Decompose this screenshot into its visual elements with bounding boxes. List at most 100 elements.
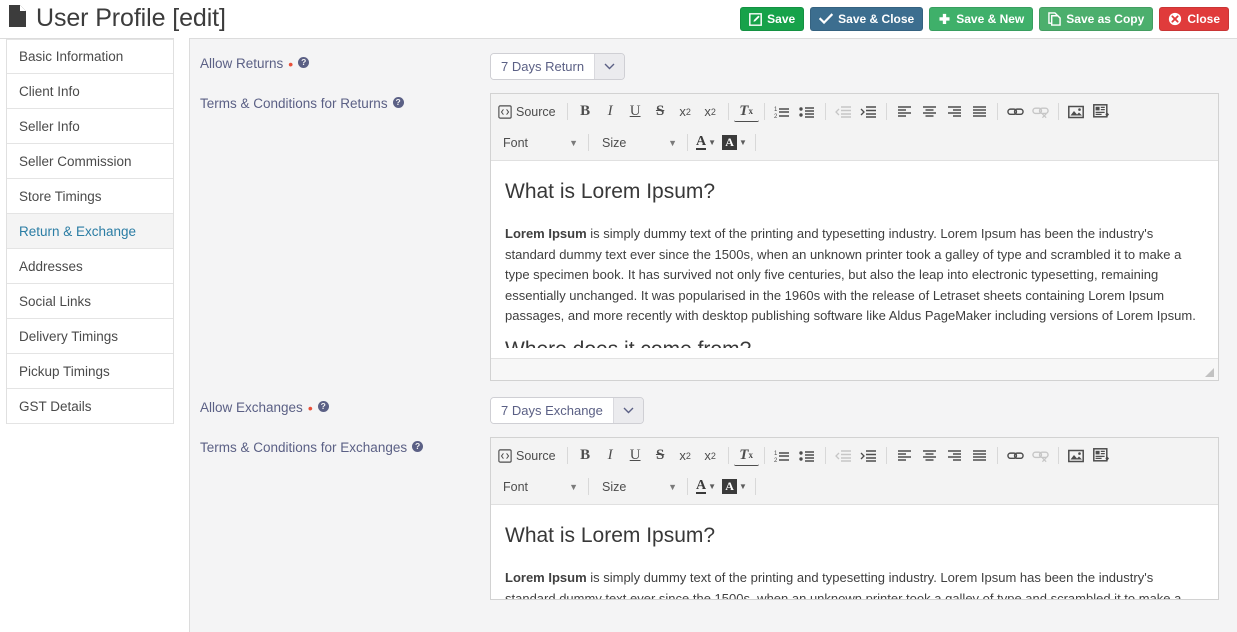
align-right-icon[interactable] [942, 443, 967, 468]
content-paragraph-rest: is simply dummy text of the printing and… [505, 570, 1182, 599]
sidebar-item-basic-information[interactable]: Basic Information [7, 39, 173, 74]
image-icon[interactable] [1064, 443, 1089, 468]
terms-exchanges-editor[interactable]: Source B I U S x2 x2 Tx 1 2 Font ▼ Size … [490, 437, 1219, 600]
indent-icon[interactable] [856, 443, 881, 468]
toolbar-separator [754, 134, 756, 151]
chevron-down-icon[interactable] [594, 54, 625, 79]
toolbar-separator [996, 447, 998, 464]
source-button[interactable]: Source [495, 99, 562, 124]
align-center-icon[interactable] [917, 443, 942, 468]
subscript-icon[interactable]: x2 [673, 99, 698, 124]
chevron-down-icon: ▼ [569, 481, 578, 492]
font-size-combo[interactable]: Size ▼ [594, 130, 682, 156]
background-color-button[interactable]: A ▼ [719, 474, 750, 499]
toolbar-separator [588, 478, 589, 495]
link-icon[interactable] [1003, 443, 1028, 468]
strikethrough-icon[interactable]: S [648, 443, 673, 468]
help-icon[interactable]: ? [412, 441, 424, 452]
unlink-icon [1028, 443, 1053, 468]
italic-icon[interactable]: I [598, 99, 623, 124]
user-profile-edit-page: User Profile [edit] Save Save & Close Sa… [0, 0, 1237, 632]
align-left-icon[interactable] [892, 99, 917, 124]
bold-icon[interactable]: B [573, 443, 598, 468]
background-color-button[interactable]: A ▼ [719, 130, 750, 155]
indent-icon[interactable] [856, 99, 881, 124]
font-size-combo[interactable]: Size ▼ [594, 474, 682, 500]
image-icon[interactable] [1064, 99, 1089, 124]
close-button[interactable]: Close [1159, 7, 1229, 31]
chevron-down-icon: ▼ [708, 482, 717, 491]
editor-toolbar: Source B I U S x2 x2 Tx 1 2 Font ▼ Size … [491, 438, 1218, 505]
remove-format-icon[interactable]: Tx [733, 102, 759, 122]
save-and-new-button[interactable]: Save & New [929, 7, 1034, 31]
toolbar-separator [1057, 103, 1059, 120]
terms-returns-editor[interactable]: Source B I U S x2 x2 Tx 1 2 Font ▼ Size … [490, 93, 1219, 381]
bold-icon[interactable]: B [573, 99, 598, 124]
align-left-icon[interactable] [892, 443, 917, 468]
field-control: Source B I U S x2 x2 Tx 1 2 Font ▼ Size … [490, 437, 1219, 600]
link-icon[interactable] [1003, 99, 1028, 124]
align-right-icon[interactable] [942, 99, 967, 124]
field-control: 7 Days Return [490, 53, 1219, 80]
save-and-close-button[interactable]: Save & Close [810, 7, 924, 31]
text-color-button[interactable]: A ▼ [693, 474, 719, 499]
sidebar-item-addresses[interactable]: Addresses [7, 249, 173, 284]
save-as-copy-button[interactable]: Save as Copy [1039, 7, 1154, 31]
allow-returns-select[interactable]: 7 Days Return [490, 53, 626, 80]
sidebar-item-social-links[interactable]: Social Links [7, 284, 173, 319]
editor-content-area[interactable]: What is Lorem Ipsum? Lorem Ipsum is simp… [491, 505, 1218, 599]
superscript-icon[interactable]: x2 [698, 99, 723, 124]
allow-returns-select-value: 7 Days Return [491, 54, 595, 79]
text-color-icon: A [696, 478, 707, 494]
numbered-list-icon[interactable]: 12 [770, 99, 795, 124]
sidebar-item-client-info[interactable]: Client Info [7, 74, 173, 109]
superscript-icon[interactable]: x2 [698, 443, 723, 468]
template-icon[interactable] [1089, 443, 1114, 468]
help-icon[interactable]: ? [317, 401, 329, 412]
underline-icon[interactable]: U [623, 99, 648, 124]
sidebar-item-delivery-timings[interactable]: Delivery Timings [7, 319, 173, 354]
strikethrough-icon[interactable]: S [648, 99, 673, 124]
align-justify-icon[interactable] [967, 99, 992, 124]
sidebar-item-seller-commission[interactable]: Seller Commission [7, 144, 173, 179]
allow-exchanges-select[interactable]: 7 Days Exchange [490, 397, 644, 424]
align-center-icon[interactable] [917, 99, 942, 124]
sidebar-item-return-and-exchange[interactable]: Return & Exchange [7, 214, 173, 249]
bulleted-list-icon[interactable] [795, 443, 820, 468]
background-color-icon: A [722, 479, 738, 494]
save-button[interactable]: Save [740, 7, 805, 31]
page-body: Basic Information Client Info Seller Inf… [0, 38, 1237, 632]
sidebar-list: Basic Information Client Info Seller Inf… [6, 39, 174, 424]
x-circle-icon [1168, 12, 1182, 26]
toolbar-separator [824, 447, 826, 464]
template-icon[interactable] [1089, 99, 1114, 124]
field-label: Terms & Conditions for Returns ? [200, 93, 490, 111]
font-family-combo[interactable]: Font ▼ [495, 130, 583, 156]
italic-icon[interactable]: I [598, 443, 623, 468]
subscript-icon[interactable]: x2 [673, 443, 698, 468]
sidebar-item-seller-info[interactable]: Seller Info [7, 109, 173, 144]
toolbar-separator [1057, 447, 1059, 464]
editor-content-area[interactable]: What is Lorem Ipsum? Lorem Ipsum is simp… [491, 161, 1218, 358]
chevron-down-icon[interactable] [612, 398, 643, 423]
remove-format-icon[interactable]: Tx [733, 446, 759, 466]
bulleted-list-icon[interactable] [795, 99, 820, 124]
toolbar-separator [996, 103, 998, 120]
align-justify-icon[interactable] [967, 443, 992, 468]
svg-text:2: 2 [774, 458, 778, 463]
text-color-button[interactable]: A ▼ [693, 130, 719, 155]
text-color-icon: A [696, 134, 707, 150]
unlink-icon [1028, 99, 1053, 124]
help-icon[interactable]: ? [392, 97, 404, 108]
sidebar-item-store-timings[interactable]: Store Timings [7, 179, 173, 214]
underline-icon[interactable]: U [623, 443, 648, 468]
source-button[interactable]: Source [495, 443, 562, 468]
help-icon[interactable]: ? [298, 57, 310, 68]
source-button-label: Source [516, 104, 556, 119]
sidebar-item-gst-details[interactable]: GST Details [7, 389, 173, 424]
sidebar-item-pickup-timings[interactable]: Pickup Timings [7, 354, 173, 389]
editor-resize-handle[interactable] [1205, 368, 1214, 377]
numbered-list-icon[interactable]: 12 [770, 443, 795, 468]
font-family-combo[interactable]: Font ▼ [495, 474, 583, 500]
svg-text:2: 2 [774, 114, 778, 119]
